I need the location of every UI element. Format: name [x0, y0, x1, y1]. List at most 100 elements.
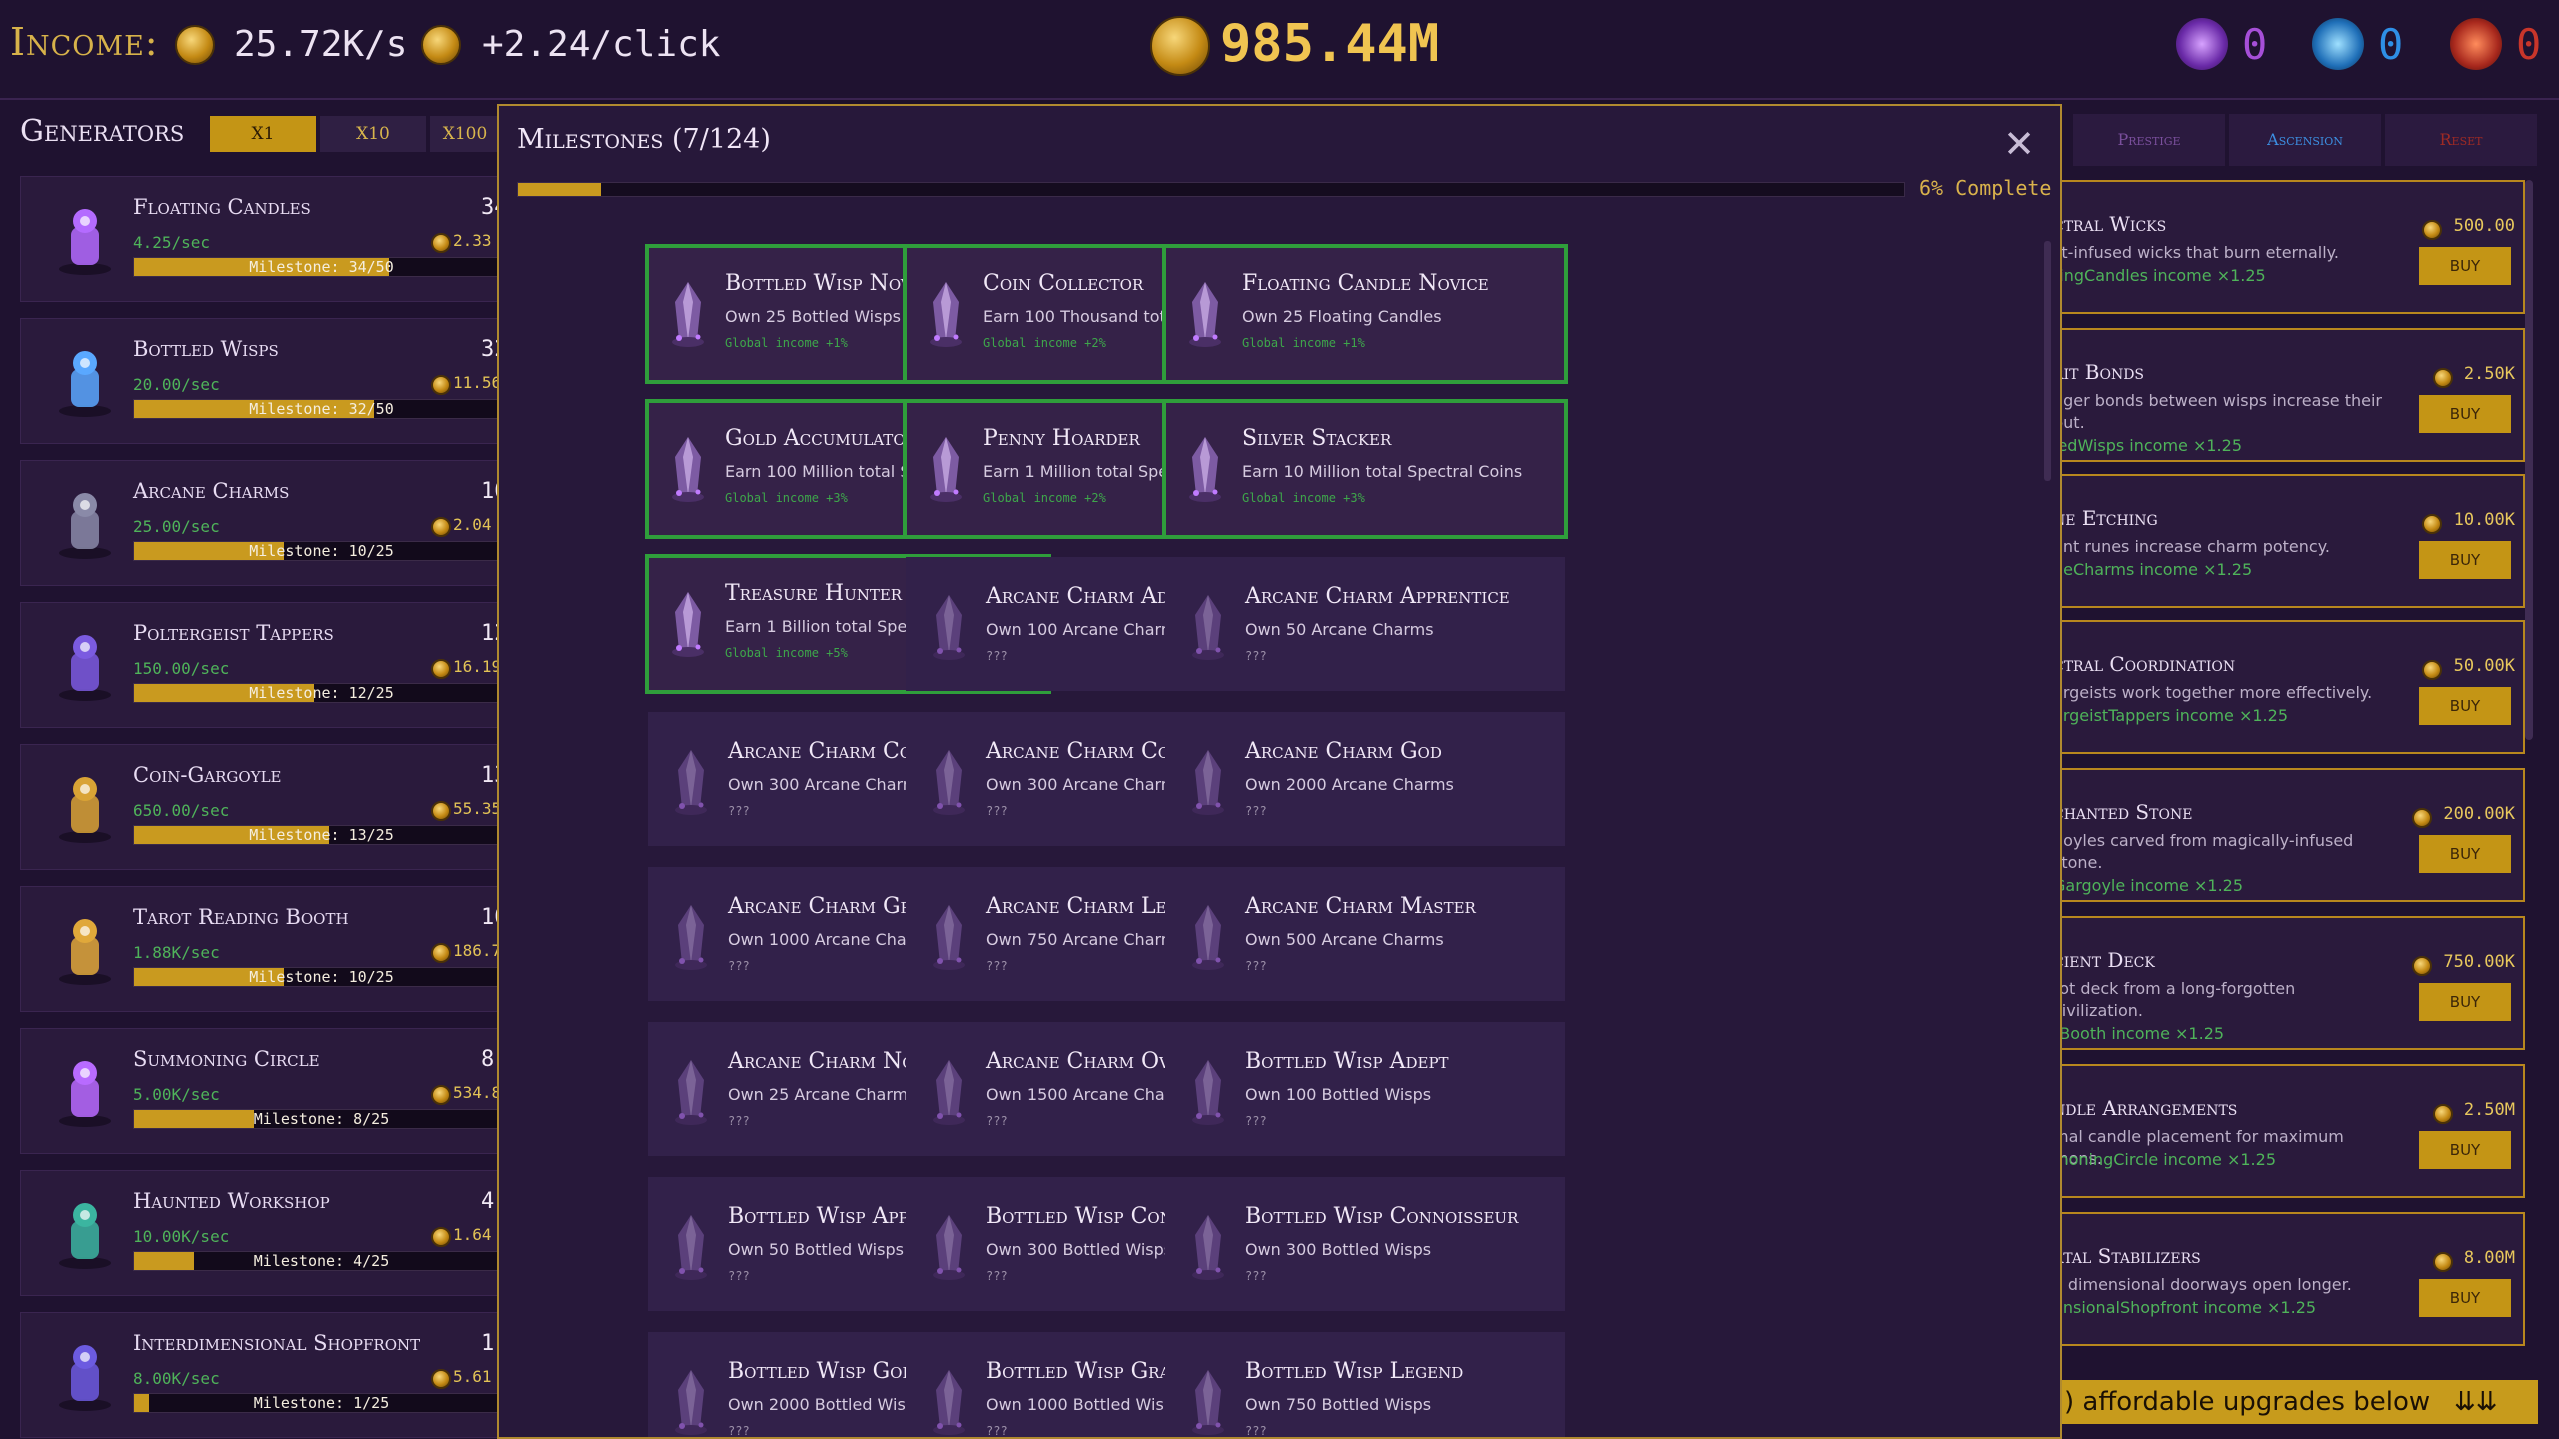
generator-icon [59, 493, 111, 559]
upgrade-name: rit Bonds [2055, 360, 2145, 384]
achievement-description: Earn 10 Million total Spectral Coins [1242, 462, 1523, 481]
generator-card[interactable]: Tarot Reading Booth 1.88K/sec 10 186.70 Mile… [20, 886, 511, 1012]
buy-button[interactable]: BUY [2419, 395, 2511, 433]
tab-ascension[interactable]: Ascension [2229, 114, 2381, 166]
upgrade-cost: 2.50K [2463, 364, 2515, 384]
milestone-label: Milestone: 4/25 [253, 1252, 390, 1270]
multiplier-x100-button[interactable]: X100 [430, 116, 500, 152]
blue-gem-icon [2312, 18, 2364, 70]
achievement-reward: ??? [728, 1114, 750, 1128]
generator-name: Coin-Gargoyle [133, 763, 282, 787]
crystal-icon [1192, 1060, 1224, 1125]
achievement-card[interactable]: Bottled Wisp Legend Own 750 Bottled Wisps… [1165, 1332, 1565, 1438]
achievement-description: Own 2000 Arcane Charms [1245, 775, 1454, 794]
generator-card[interactable]: Poltergeist Tappers 150.00/sec 12 16.19 Mile… [20, 602, 510, 728]
skull-coin-icon[interactable] [1150, 16, 1210, 76]
crystal-icon [675, 905, 707, 970]
milestone-progress-bar: Milestone: 12/25 [133, 683, 510, 703]
generator-rate: 150.00/sec [133, 659, 230, 678]
generator-card[interactable]: Coin-Gargoyle 650.00/sec 13 55.35 Milestone:… [20, 744, 510, 870]
upgrade-description: o dimensional doorways open longer. [2055, 1275, 2352, 1294]
achievement-reward: ??? [1245, 1269, 1267, 1283]
achievement-name: Penny Hoarder [983, 426, 1140, 451]
buy-button[interactable]: BUY [2419, 1131, 2511, 1169]
generator-rate: 20.00/sec [133, 375, 220, 394]
buy-button[interactable]: BUY [2419, 687, 2511, 725]
multiplier-x10-button[interactable]: X10 [320, 116, 426, 152]
coin-icon [2432, 1252, 2453, 1272]
achievement-card[interactable]: Arcane Charm Apprentice Own 50 Arcane Cha… [1165, 557, 1565, 691]
blue-gem-count: 0 [2378, 20, 2404, 69]
coin-icon [421, 25, 461, 65]
tab-reset[interactable]: Reset [2385, 114, 2537, 166]
achievement-name: Gold Accumulator [725, 426, 917, 451]
coin-icon [2422, 514, 2442, 534]
coin-icon [2432, 1104, 2453, 1124]
achievement-name: Coin Collector [983, 271, 1144, 296]
achievement-description: Own 300 Arcane Charms [728, 775, 927, 794]
crystal-icon [1192, 1370, 1224, 1435]
achievement-reward: ??? [728, 959, 750, 973]
banner-text: ) affordable upgrades below [2064, 1387, 2431, 1417]
affordable-upgrades-banner[interactable]: ) affordable upgrades below ⇊⇊ [2060, 1380, 2538, 1424]
milestone-progress-bar: Milestone: 10/25 [133, 967, 510, 987]
upgrade-cost: 200.00K [2443, 804, 2515, 824]
achievement-reward: ??? [728, 1269, 750, 1283]
upgrade-description: goyles carved from magically-infused sto… [2055, 831, 2354, 872]
achievement-card[interactable]: Bottled Wisp Connoisseur Own 300 Bottled … [1165, 1177, 1565, 1311]
achievement-card[interactable]: Bottled Wisp Adept Own 100 Bottled Wisps?… [1165, 1022, 1565, 1156]
buy-button[interactable]: BUY [2419, 247, 2511, 285]
buy-button[interactable]: BUY [2419, 541, 2511, 579]
crystal-icon [1192, 1215, 1224, 1280]
generator-cost: 2.33 [453, 231, 492, 250]
income-rate: 25.72K/s [234, 24, 408, 65]
buy-button[interactable]: BUY [2419, 835, 2511, 873]
buy-button[interactable]: BUY [2419, 983, 2511, 1021]
achievement-description: Own 50 Bottled Wisps [728, 1240, 904, 1259]
generator-cost: 11.56 [453, 373, 502, 392]
coin-icon [2422, 660, 2442, 680]
upgrade-description: ent runes increase charm potency. [2055, 537, 2330, 556]
buy-button[interactable]: BUY [2419, 1279, 2511, 1317]
generator-icon [59, 209, 111, 275]
achievement-card[interactable]: Silver Stacker Earn 10 Million total Spec… [1162, 399, 1568, 539]
achievement-reward: ??? [728, 1424, 750, 1438]
generator-cost: 2.04 [453, 515, 492, 534]
achievement-card[interactable]: Floating Candle Novice Own 25 Floating Ca… [1162, 244, 1568, 384]
crystal-icon [675, 750, 707, 815]
generator-card[interactable]: Interdimensional Shopfront 8.00K/sec 1 5.61… [20, 1312, 510, 1438]
generator-card[interactable]: Arcane Charms 25.00/sec 10 2.04 Milestone: 1… [20, 460, 510, 586]
crystal-icon [1192, 750, 1224, 815]
upgrade-card: rtal Stabilizers o dimensional doorways o… [2055, 1212, 2525, 1346]
coin-icon [431, 375, 451, 395]
generator-card[interactable]: Summoning Circle 5.00K/sec 8 534.81 Mileston… [20, 1028, 511, 1154]
upgrades-scrollbar[interactable] [2525, 180, 2533, 740]
achievement-description: Own 750 Bottled Wisps [1245, 1395, 1432, 1414]
milestone-label: Milestone: 32/50 [249, 400, 394, 418]
generator-rate: 10.00K/sec [133, 1227, 230, 1246]
achievement-reward: ??? [986, 1424, 1008, 1438]
crystal-icon [933, 1370, 965, 1435]
coin-icon [431, 943, 451, 963]
milestone-progress-bar [517, 182, 1905, 197]
achievement-name: Floating Candle Novice [1242, 271, 1489, 296]
upgrade-effect: ensionalShopfront income ×1.25 [2055, 1298, 2317, 1317]
generator-rate: 4.25/sec [133, 233, 211, 252]
achievement-card[interactable]: Arcane Charm God Own 2000 Arcane Charms??… [1165, 712, 1565, 846]
generator-rate: 8.00K/sec [133, 1369, 220, 1388]
generator-card[interactable]: Floating Candles 4.25/sec 34 2.33 Milestone:… [20, 176, 510, 302]
achievement-description: Own 500 Arcane Charms [1245, 930, 1444, 949]
achievement-reward: ??? [1245, 1424, 1267, 1438]
upgrade-effect: tingCandles income ×1.25 [2055, 266, 2266, 285]
generator-card[interactable]: Bottled Wisps 20.00/sec 32 11.56 Milestone: … [20, 318, 510, 444]
achievement-reward: ??? [986, 1114, 1008, 1128]
achievement-reward: ??? [986, 804, 1008, 818]
achievement-card[interactable]: Arcane Charm Master Own 500 Arcane Charms… [1165, 867, 1565, 1001]
modal-scrollbar[interactable] [2044, 241, 2051, 481]
upgrade-cost: 8.00M [2463, 1248, 2515, 1268]
crystal-icon [933, 595, 965, 660]
generator-card[interactable]: Haunted Workshop 10.00K/sec 4 1.64 Milestone… [20, 1170, 510, 1296]
close-icon[interactable]: ✕ [1999, 124, 2039, 164]
tab-prestige[interactable]: Prestige [2073, 114, 2225, 166]
multiplier-x1-button[interactable]: X1 [210, 116, 316, 152]
